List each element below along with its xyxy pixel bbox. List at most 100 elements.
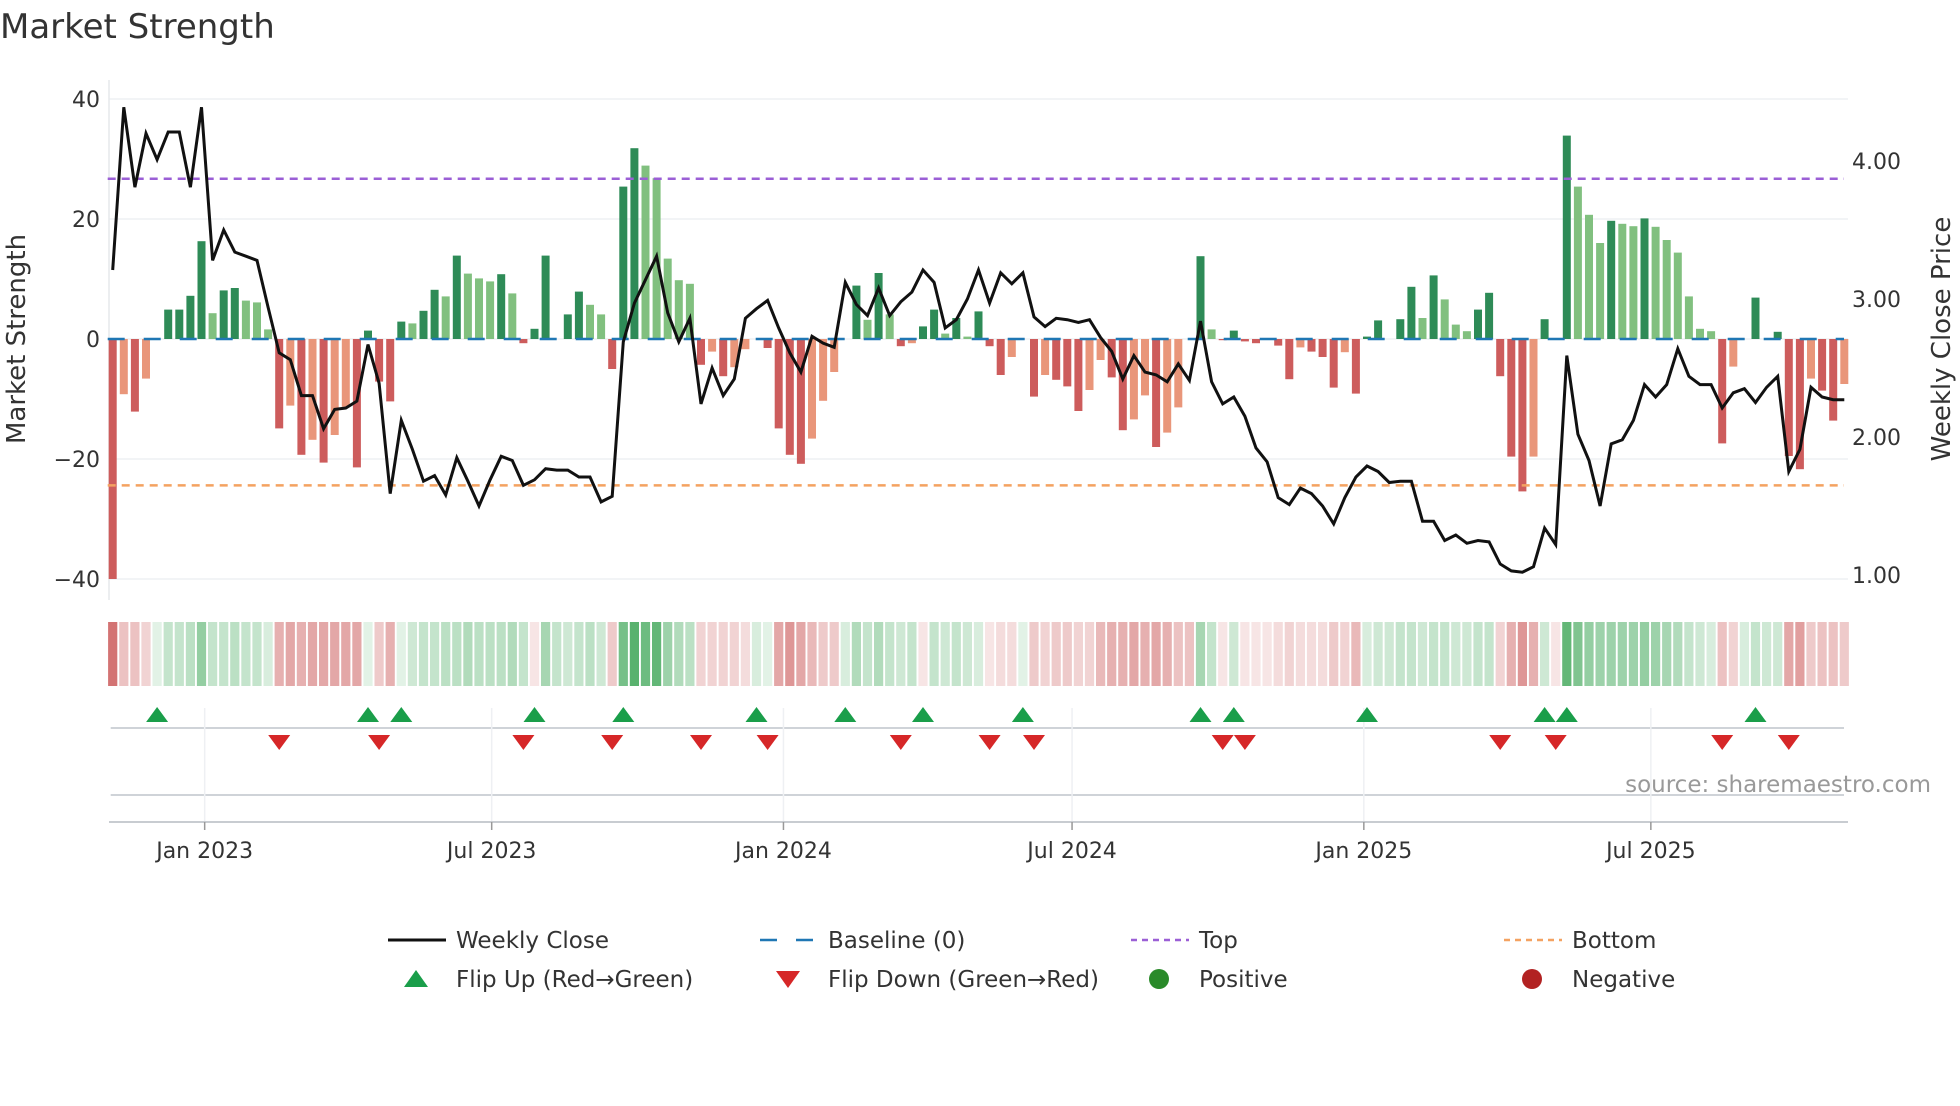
strip-cell [441,622,451,686]
legend-label: Bottom [1572,928,1656,954]
strength-bar [1152,339,1161,447]
strip-cell [996,622,1006,686]
strip-cell [874,622,884,686]
strength-bar [819,339,828,401]
strip-cell [1451,622,1461,686]
strength-bar [1240,339,1249,342]
flip-down-marker [978,735,1001,750]
strip-cell [774,622,784,686]
strip-cell [740,622,750,686]
flip-up-marker [390,707,413,722]
strength-bar [164,309,173,339]
legend-label: Negative [1572,967,1675,993]
strip-cell [663,622,673,686]
flip-up-marker [523,707,546,722]
strip-cell [1240,622,1250,686]
strength-bar [1474,309,1482,339]
strip-cell [1695,622,1705,686]
strength-bar [1418,318,1427,339]
strength-bar [1529,339,1538,457]
legend-circle-positive-icon [1149,969,1169,989]
strip-cell [1406,622,1416,686]
strength-bar [264,329,273,339]
strip-cell [1273,622,1283,686]
strip-cell [152,622,162,686]
strength-bar [719,339,728,377]
strip-cell [1762,622,1772,686]
x-tick-label: Jan 2025 [1313,839,1412,864]
strength-bar [253,302,261,339]
axes: 40 20 0 −20 −40 4.00 3.00 2.00 1.00 Jan 2023 Jul 2… [54,88,1901,864]
flip-up-marker [1555,707,1578,722]
strip-cell [452,622,462,686]
strength-bar [1229,330,1238,339]
strip-cell [1118,622,1128,686]
strength-bar [175,309,184,339]
strength-bar [475,278,483,339]
strip-cell [596,622,606,686]
strip-cell [1684,622,1694,686]
flip-up-marker [912,707,934,722]
strength-bar [974,311,983,339]
strip-cell [685,622,695,686]
flip-down-marker [1711,735,1734,750]
strength-bar [1174,339,1183,408]
strip-cell [1462,622,1472,686]
strength-bar [219,290,228,339]
strength-bar [1673,252,1682,339]
strength-bar [586,304,594,339]
strip-cell [807,622,817,686]
strength-bar [1007,339,1016,357]
x-tick-label: Jul 2024 [1025,839,1117,864]
y-tick-label: 20 [72,208,100,233]
strip-cell [1184,622,1194,686]
strip-cell [1662,622,1672,686]
strength-bar [1041,339,1050,375]
strip-cell [1540,622,1550,686]
strength-bar [1684,296,1693,339]
flip-up-marker [146,707,169,722]
strip-cell [907,622,917,686]
strength-bar [808,339,816,439]
strip-cell [1817,622,1827,686]
strength-bar [364,330,372,339]
y2-tick-label: 1.00 [1852,564,1901,589]
strength-bar [1451,324,1460,339]
strip-cell [851,622,861,686]
strip-cell [985,622,995,686]
strip-cell [763,622,773,686]
flip-up-marker [834,707,857,722]
strip-cell [1173,622,1183,686]
strength-bar [1596,243,1605,339]
strength-bar [1718,339,1727,444]
strip-cell [862,622,873,686]
strip-cell [374,622,384,686]
strip-cell [1839,622,1849,686]
strip-cell [141,622,151,686]
strip-cell [1140,622,1150,686]
strip-cell [1773,622,1783,686]
strength-bar [796,339,805,464]
strip-cell [1595,622,1605,686]
strip-cell [252,622,262,686]
strength-bar [186,295,195,339]
strip-cell [1440,622,1450,686]
y-tick-label: −20 [54,448,100,473]
strip-cell [1340,622,1350,686]
strength-bar [452,255,461,339]
strength-bar [763,339,772,348]
strength-bar [1163,339,1172,433]
strip-cell [718,622,728,686]
strip-cell [1295,622,1305,686]
strength-bar [119,339,128,395]
y-tick-label: 0 [86,328,100,353]
strip-cell [529,622,540,686]
strength-bar [919,326,927,339]
strip-cell [496,622,506,686]
strip-cell [307,622,318,686]
strength-bar [1751,297,1760,339]
strength-bar [1129,339,1138,420]
strength-bar [230,288,239,339]
flip-down-marker [601,735,624,750]
strip-cell [463,622,473,686]
